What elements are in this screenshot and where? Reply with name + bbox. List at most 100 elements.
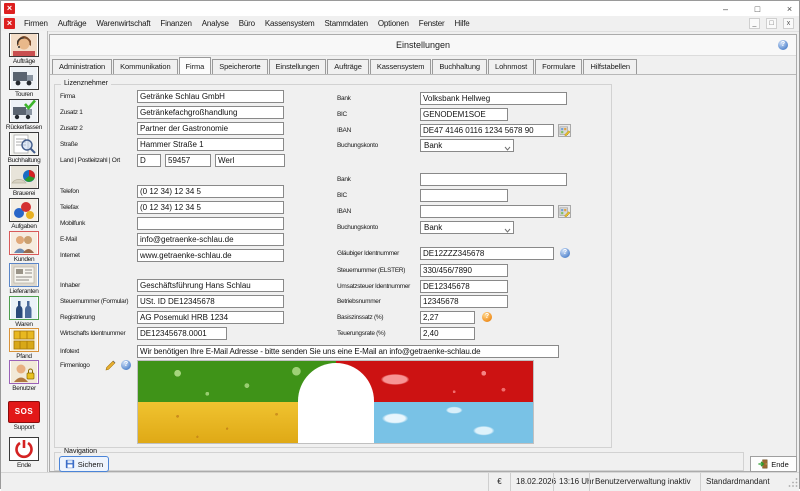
sidebar-item-aufgaben[interactable]: Aufgaben [1,198,47,230]
menu-kassensystem[interactable]: Kassensystem [260,19,320,28]
iban2-input[interactable] [420,205,554,218]
tab-administration[interactable]: Administration [52,59,112,74]
bic2-input[interactable] [420,189,508,202]
mdi-minimize-icon[interactable]: _ [749,18,760,29]
tab-formulare[interactable]: Formulare [535,59,582,74]
sidebar-item-touren[interactable]: Touren [1,66,47,98]
tab-kommunikation[interactable]: Kommunikation [113,59,177,74]
sidebar-item-kunden[interactable]: Kunden [1,231,47,263]
tab-einstellungen[interactable]: Einstellungen [269,59,327,74]
menu-buero[interactable]: Büro [234,19,260,28]
tab-hilfstabellen[interactable]: Hilfstabellen [583,59,637,74]
zusatz2-input[interactable] [137,122,284,135]
bic1-label: BIC [337,111,347,118]
telefon-input[interactable] [137,185,284,198]
minimize-icon[interactable]: – [720,4,731,14]
sidebar-label: Aufgaben [1,223,47,230]
menu-warenwirtschaft[interactable]: Warenwirtschaft [91,19,155,28]
ort-input[interactable] [215,154,285,167]
iban1-label: IBAN [337,127,351,134]
menu-analyse[interactable]: Analyse [197,19,234,28]
ledger-magnifier-icon [9,132,39,156]
chevron-down-icon [504,144,511,153]
sidebar-item-rueckerfassen[interactable]: Rückerfassen [1,99,47,131]
telefax-input[interactable] [137,201,284,214]
menu-hilfe[interactable]: Hilfe [450,19,475,28]
umsatzsteuer-identnummer-input[interactable] [420,280,508,293]
buchungskonto1-select[interactable]: Bank [420,139,514,152]
registrierung-label: Registrierung [60,314,95,321]
tab-auftraege[interactable]: Aufträge [327,59,369,74]
ende-button[interactable]: Ende [750,456,797,472]
sidebar-item-buchhaltung[interactable]: Buchhaltung [1,132,47,164]
tab-buchhaltung[interactable]: Buchhaltung [432,59,487,74]
steuernummer-formular-input[interactable] [137,295,284,308]
sidebar-item-pfand[interactable]: Pfand [1,328,47,360]
navigation-groupbox: Navigation [54,452,744,471]
wirtschafts-identnummer-input[interactable] [137,327,227,340]
basiszinssatz-label: Basiszinssatz (%) [337,314,383,321]
sidebar-label: Benutzer [1,385,47,392]
menu-finanzen[interactable]: Finanzen [155,19,196,28]
firma-input[interactable] [137,90,284,103]
mdi-close-icon[interactable]: x [783,18,794,29]
bic1-input[interactable] [420,108,508,121]
betriebsnummer-input[interactable] [420,295,508,308]
menu-firmen[interactable]: Firmen [19,19,53,28]
maximize-icon[interactable]: □ [752,4,763,14]
sidebar-item-support[interactable]: SOS Support [1,401,47,431]
glaeubiger-help-icon[interactable]: ? [560,248,570,258]
infotext-input[interactable] [137,345,559,358]
mobilfunk-input[interactable] [137,217,284,230]
sidebar-item-brauerei[interactable]: Brauerei [1,165,47,197]
menu-auftraege[interactable]: Aufträge [53,19,92,28]
land-input[interactable] [137,154,161,167]
statusbar: € 18.02.2026 13:16 Uhr Benutzerverwaltun… [1,472,799,491]
tab-lohnmost[interactable]: Lohnmost [488,59,534,74]
close-icon[interactable]: × [784,4,795,14]
tab-strip: Administration Kommunikation Firma Speic… [52,58,638,74]
help-icon[interactable]: ? [778,40,788,50]
resize-grip[interactable] [788,477,798,487]
steuernummer-elster-input[interactable] [420,264,508,277]
sidebar-item-benutzer[interactable]: Benutzer [1,360,47,392]
glaeubiger-identnummer-input[interactable] [420,247,554,260]
sidebar-item-waren[interactable]: Waren [1,296,47,328]
tab-firma[interactable]: Firma [179,57,212,74]
tasks-icon [9,198,39,222]
sidebar-item-auftraege[interactable]: Aufträge [1,33,47,65]
menu-stammdaten[interactable]: Stammdaten [320,19,373,28]
mdi-restore-icon[interactable]: □ [766,18,777,29]
basiszinssatz-update-icon[interactable]: ? [482,312,492,322]
internet-input[interactable] [137,249,284,262]
registrierung-input[interactable] [137,311,284,324]
buchungskonto2-value: Bank [424,223,442,232]
inhaber-input[interactable] [137,279,284,292]
logo-help-icon[interactable]: ? [121,360,131,370]
buchungskonto1-value: Bank [424,141,442,150]
sidebar-label: Touren [1,91,47,98]
bank1-input[interactable] [420,92,567,105]
zusatz1-input[interactable] [137,106,284,119]
iban2-generate-icon[interactable] [558,205,571,218]
tab-speicherorte[interactable]: Speicherorte [212,59,267,74]
strasse-input[interactable] [137,138,284,151]
menu-optionen[interactable]: Optionen [373,19,414,28]
email-input[interactable] [137,233,284,246]
sidebar-item-ende[interactable]: Ende [1,437,47,469]
basiszinssatz-input[interactable] [420,311,475,324]
sichern-button[interactable]: Sichern [59,456,109,472]
iban1-input[interactable] [420,124,554,137]
bank2-input[interactable] [420,173,567,186]
edit-logo-pencil-icon[interactable] [105,359,117,371]
mobilfunk-label: Mobilfunk [60,220,85,227]
tab-kassensystem[interactable]: Kassensystem [370,59,432,74]
menu-fenster[interactable]: Fenster [414,19,450,28]
teuerungsrate-input[interactable] [420,327,475,340]
buchungskonto2-select[interactable]: Bank [420,221,514,234]
plz-input[interactable] [165,154,211,167]
iban1-generate-icon[interactable] [558,124,571,137]
mdi-child-icon[interactable]: × [4,18,15,29]
sidebar-item-lieferanten[interactable]: Lieferanten [1,263,47,295]
deposit-crates-icon [9,328,39,352]
